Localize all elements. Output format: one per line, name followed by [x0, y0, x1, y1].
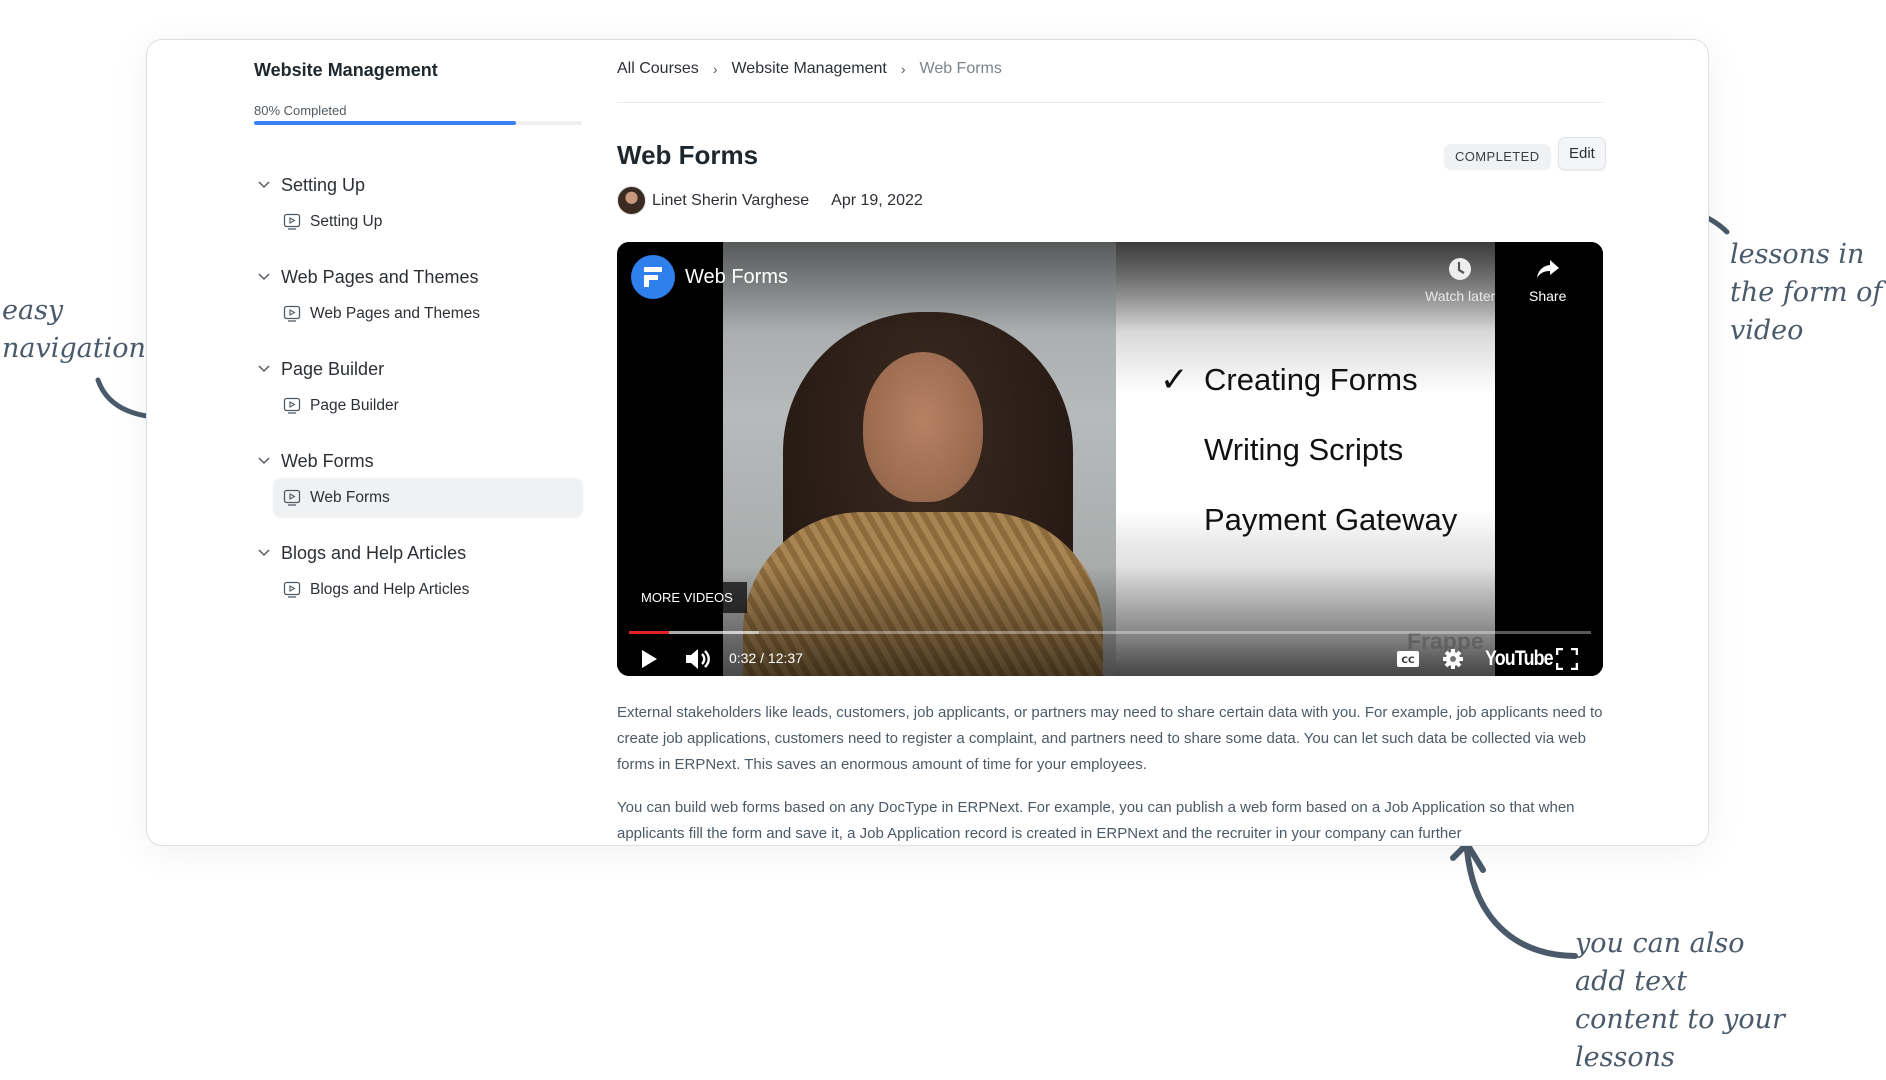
svg-text:CC: CC [1401, 656, 1415, 666]
chapter-header[interactable]: Setting Up [247, 168, 583, 202]
breadcrumb: All Courses › Website Management › Web F… [617, 60, 1002, 78]
video-title[interactable]: Web Forms [685, 266, 788, 289]
share-button[interactable]: Share [1529, 256, 1566, 304]
chevron-down-icon [247, 365, 281, 373]
arrow-to-text-icon [1450, 841, 1578, 959]
slide-topic: Writing Scripts [1160, 432, 1457, 502]
cc-icon: CC [1397, 651, 1419, 667]
checkmark-icon: ✓ [1160, 361, 1189, 399]
chapter-title: Web Pages and Themes [281, 266, 479, 287]
share-arrow-icon [1536, 260, 1559, 278]
fullscreen-icon [1556, 648, 1578, 670]
course-title: Website Management [254, 60, 438, 80]
fullscreen-button[interactable] [1553, 642, 1581, 676]
lesson-title-text: Setting Up [310, 213, 383, 230]
channel-logo-icon[interactable] [631, 255, 675, 299]
lesson-date: Apr 19, 2022 [831, 191, 923, 209]
chapter-header[interactable]: Web Pages and Themes [247, 260, 583, 294]
lesson-content: External stakeholders like leads, custom… [617, 700, 1607, 845]
lesson-title-text: Web Forms [310, 489, 390, 506]
lesson-title-text: Web Pages and Themes [310, 305, 481, 322]
course-progress-fill [254, 121, 517, 125]
course-lesson-card: Website Management 80% Completed Setting… [146, 39, 1709, 846]
video-lesson-icon [283, 213, 301, 231]
video-controls: 0:32 / 12:37 CC YouTube [617, 642, 1603, 676]
video-time: 0:32 / 12:37 [729, 650, 803, 666]
captions-button[interactable]: CC [1394, 642, 1422, 676]
lesson-item[interactable]: Web Pages and Themes [273, 294, 583, 334]
annotation-text: easy navigation [2, 295, 146, 364]
slide-topic: ✓ Creating Forms [1160, 361, 1457, 432]
author-name[interactable]: Linet Sherin Varghese [652, 192, 809, 210]
header-divider [617, 102, 1603, 103]
slide-topic-text: Payment Gateway [1204, 502, 1458, 537]
volume-button[interactable] [683, 642, 713, 676]
chapter-header[interactable]: Web Forms [247, 444, 583, 478]
lesson-meta: Linet Sherin Varghese Apr 19, 2022 [617, 186, 923, 215]
lesson-title-text: Page Builder [310, 397, 399, 414]
annotation-video-lessons: lessons in the form of video [1730, 236, 1885, 350]
annotation-text: lessons in the form of video [1730, 239, 1883, 346]
course-progress-bar [254, 121, 582, 125]
video-lesson-icon [283, 397, 301, 415]
video-lesson-icon [283, 305, 301, 323]
chapter-title: Setting Up [281, 174, 366, 195]
video-seek-bar[interactable] [629, 631, 1591, 634]
watch-later-button[interactable]: Watch later [1425, 256, 1495, 304]
annotation-easy-navigation: easy navigation [2, 292, 152, 368]
chapter-title: Web Forms [281, 450, 374, 471]
chapter-item: Page Builder Page Builder [247, 352, 583, 426]
slide-topic-text: Creating Forms [1204, 362, 1418, 397]
video-lesson-icon [283, 581, 301, 599]
slide-topic-list: ✓ Creating Forms Writing Scripts Payment… [1160, 361, 1457, 572]
video-lesson-icon [283, 489, 301, 507]
lesson-item[interactable]: Page Builder [273, 386, 583, 426]
lesson-title: Web Forms [617, 140, 759, 170]
chevron-down-icon [247, 457, 281, 465]
chapter-header[interactable]: Blogs and Help Articles [247, 536, 583, 570]
breadcrumb-all-courses[interactable]: All Courses [617, 60, 699, 78]
volume-icon [686, 649, 710, 669]
author-avatar [617, 186, 646, 215]
youtube-logo[interactable]: YouTube [1485, 647, 1554, 671]
more-videos-button[interactable]: MORE VIDEOS [627, 582, 747, 613]
lesson-item-active[interactable]: Web Forms [273, 478, 583, 518]
status-badge: COMPLETED [1444, 144, 1551, 170]
content-paragraph: You can build web forms based on any Doc… [617, 799, 1575, 842]
breadcrumb-current-lesson: Web Forms [919, 60, 1002, 77]
annotation-text: you can also add text content to your le… [1575, 928, 1785, 1073]
chevron-right-icon: › [900, 61, 906, 77]
chapter-item: Setting Up Setting Up [247, 168, 583, 242]
chevron-down-icon [247, 549, 281, 557]
settings-button[interactable] [1439, 642, 1467, 676]
play-icon [642, 650, 657, 668]
slide-topic: Payment Gateway [1160, 502, 1457, 572]
play-button[interactable] [635, 642, 663, 676]
chapter-item: Web Pages and Themes Web Pages and Themes [247, 260, 583, 334]
chevron-right-icon: › [712, 61, 718, 77]
video-player[interactable]: ✓ Creating Forms Writing Scripts Payment… [617, 242, 1603, 676]
slide-topic-text: Writing Scripts [1204, 432, 1404, 467]
content-paragraph: External stakeholders like leads, custom… [617, 704, 1603, 773]
edit-button[interactable]: Edit [1558, 137, 1606, 170]
lesson-item[interactable]: Setting Up [273, 202, 583, 242]
chevron-down-icon [247, 273, 281, 281]
clock-icon [1449, 258, 1472, 280]
annotation-text-content: you can also add text content to your le… [1575, 925, 1785, 1077]
chapter-item: Web Forms Web Forms [247, 444, 583, 518]
share-label: Share [1529, 288, 1567, 304]
breadcrumb-course[interactable]: Website Management [731, 60, 886, 78]
video-played [629, 631, 670, 634]
chapter-title: Page Builder [281, 358, 385, 379]
lesson-title-text: Blogs and Help Articles [310, 581, 470, 598]
chapter-header[interactable]: Page Builder [247, 352, 583, 386]
chevron-down-icon [247, 181, 281, 189]
chapter-list: Setting Up Setting Up Web Pages and Themes… [247, 168, 583, 628]
gear-icon [1443, 649, 1463, 669]
lesson-item[interactable]: Blogs and Help Articles [273, 570, 583, 610]
chapter-title: Blogs and Help Articles [281, 542, 467, 563]
progress-label: 80% Completed [254, 103, 347, 118]
watch-later-label: Watch later [1425, 288, 1496, 304]
chapter-item: Blogs and Help Articles Blogs and Help Ar… [247, 536, 583, 610]
